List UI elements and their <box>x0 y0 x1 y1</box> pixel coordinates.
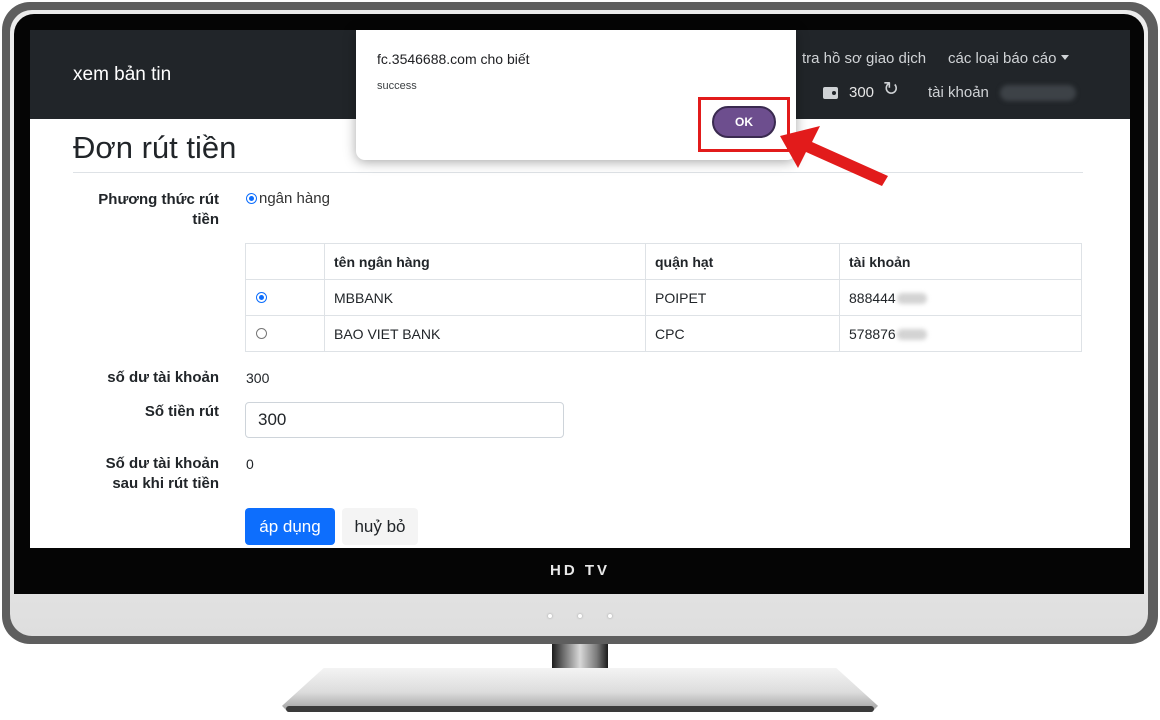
account-number-partial: 578876 <box>849 325 896 342</box>
dialog-origin-text: fc.3546688.com cho biết <box>377 51 530 67</box>
withdraw-method-label: Phương thức rút tiền <box>98 191 219 228</box>
caret-down-icon <box>1061 55 1070 60</box>
table-header-bank-name: tên ngân hàng <box>324 243 646 280</box>
pointer-arrow-icon <box>780 126 888 186</box>
account-masked-digits <box>896 293 927 305</box>
refresh-icon[interactable]: ↻ <box>883 80 899 100</box>
nav-reports-dropdown[interactable]: các loại báo cáo <box>948 50 1070 67</box>
account-balance-label: số dư tài khoản <box>107 369 219 386</box>
dialog-message-text: success <box>377 80 417 92</box>
table-header-row: tên ngân hàng quận hạt tài khoản <box>245 243 1082 280</box>
tv-indicator-dots <box>548 610 612 622</box>
bank-method-radio[interactable] <box>246 193 257 204</box>
apply-button[interactable]: áp dụng <box>245 508 335 545</box>
title-divider <box>73 172 1083 173</box>
tv-stand-base-edge <box>286 706 874 712</box>
withdraw-amount-label: Số tiền rút <box>144 403 219 420</box>
tv-brand-label: HD TV <box>550 562 610 579</box>
cancel-button[interactable]: huỷ bỏ <box>342 508 418 545</box>
branch-cell: CPC <box>645 315 840 352</box>
account-cell: 578876 <box>839 315 1082 352</box>
table-row[interactable]: MBBANK POIPET 888444 <box>245 279 1082 316</box>
balance-after-label: Số dư tài khoản sau khi rút tiền <box>105 455 219 492</box>
nav-reports-label: các loại báo cáo <box>948 50 1057 67</box>
bank-row-radio[interactable] <box>256 291 267 303</box>
bank-name-cell: MBBANK <box>324 279 646 316</box>
account-balance-value: 300 <box>246 370 270 386</box>
navbar-brand-link[interactable]: xem bản tin <box>73 64 171 86</box>
row-select-cell <box>245 279 325 316</box>
bank-name-cell: BAO VIET BANK <box>324 315 646 352</box>
nav-balance-value: 300 <box>849 84 875 101</box>
row-select-cell <box>245 315 325 352</box>
nav-account-masked-name <box>1000 85 1076 101</box>
balance-after-value: 0 <box>246 456 254 472</box>
bank-row-radio[interactable] <box>256 327 267 339</box>
nav-transaction-history-link[interactable]: tra hồ sơ giao dịch <box>802 50 926 67</box>
account-number-partial: 888444 <box>849 289 896 306</box>
withdraw-method-option[interactable]: ngân hàng <box>246 190 330 207</box>
withdraw-amount-input[interactable] <box>245 402 564 438</box>
branch-cell: POIPET <box>645 279 840 316</box>
table-header-select <box>245 243 325 280</box>
account-cell: 888444 <box>839 279 1082 316</box>
nav-account-link[interactable]: tài khoản <box>928 84 989 101</box>
wallet-icon <box>823 87 838 99</box>
bank-account-table: tên ngân hàng quận hạt tài khoản MBBANK … <box>245 243 1082 352</box>
table-row[interactable]: BAO VIET BANK CPC 578876 <box>245 315 1082 352</box>
account-masked-digits <box>896 329 927 341</box>
bank-method-label: ngân hàng <box>259 190 330 207</box>
table-header-account: tài khoản <box>839 243 1082 280</box>
page-title: Đơn rút tiền <box>73 130 237 165</box>
table-header-branch: quận hạt <box>645 243 840 280</box>
